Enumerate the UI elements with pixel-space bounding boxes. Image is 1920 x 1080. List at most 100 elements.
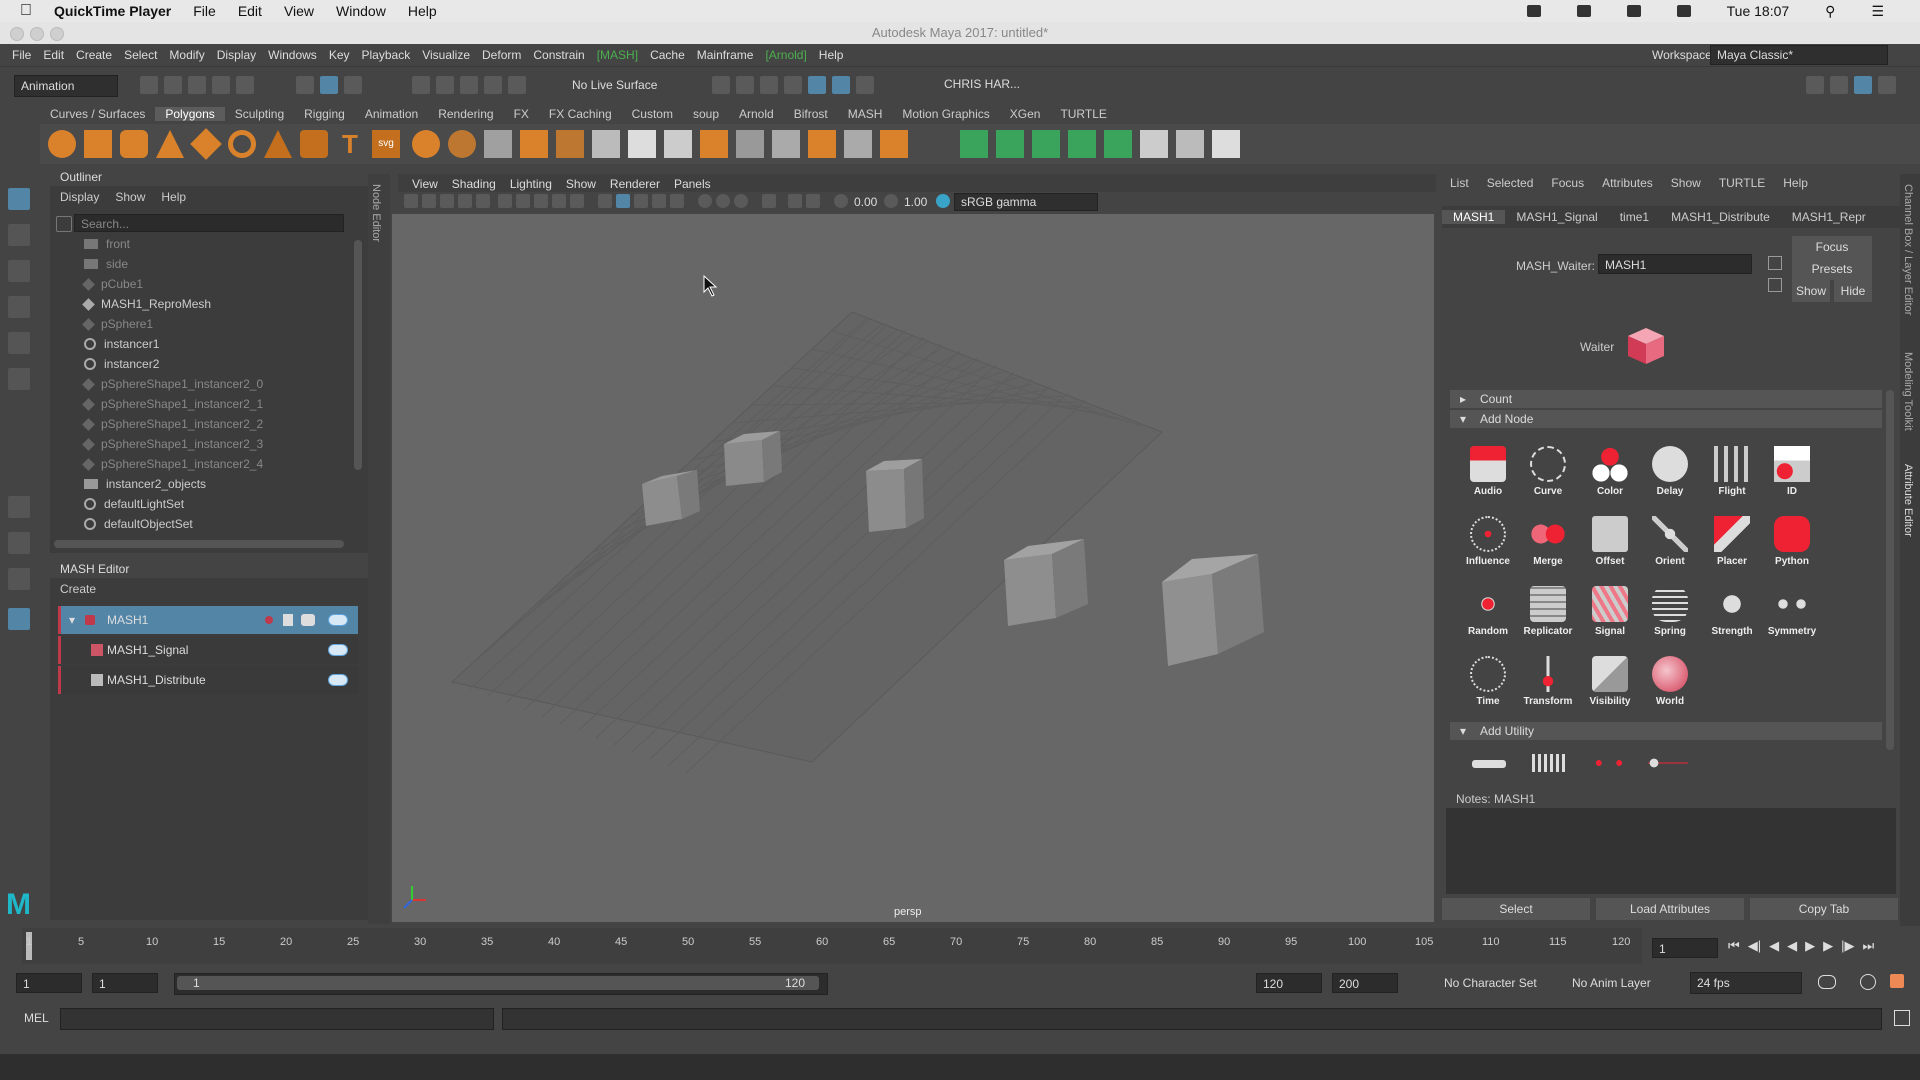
- shadows-icon[interactable]: [698, 194, 712, 208]
- select-tool-icon[interactable]: [8, 188, 30, 210]
- cut-uv-icon[interactable]: [1212, 130, 1240, 158]
- mac-menu-window[interactable]: Window: [336, 3, 386, 19]
- attr-menu-help[interactable]: Help: [1783, 176, 1808, 190]
- menu-constrain[interactable]: Constrain: [533, 48, 584, 62]
- resolution-gate-icon[interactable]: [534, 194, 548, 208]
- outliner-item[interactable]: pSphereShape1_instancer2_1: [82, 394, 263, 414]
- poly-cone-icon[interactable]: [156, 130, 184, 158]
- menu-deform[interactable]: Deform: [482, 48, 521, 62]
- render-frame-icon[interactable]: [712, 76, 730, 94]
- delay-node-button[interactable]: Delay: [1642, 442, 1698, 504]
- signal-node-button[interactable]: Signal: [1582, 582, 1638, 644]
- attr-tab[interactable]: MASH1_Repr: [1781, 210, 1877, 224]
- viewport-menu-panels[interactable]: Panels: [674, 177, 711, 191]
- step-forward-key-icon[interactable]: |▶: [1841, 938, 1854, 954]
- snap-point-icon[interactable]: [460, 76, 478, 94]
- outliner-link-icon[interactable]: [301, 614, 315, 626]
- minimize-window-button[interactable]: [30, 27, 44, 41]
- notes-textarea[interactable]: [1446, 808, 1896, 894]
- spherical-map-icon[interactable]: [1032, 130, 1060, 158]
- close-window-button[interactable]: [10, 27, 24, 41]
- gamma-icon[interactable]: [884, 194, 898, 208]
- motion-blur-icon[interactable]: [734, 194, 748, 208]
- viewport-menu-view[interactable]: View: [412, 177, 438, 191]
- utility-breakout-icon[interactable]: [1472, 760, 1506, 768]
- anim-layer-dropdown[interactable]: No Anim Layer: [1572, 976, 1651, 990]
- undo-icon[interactable]: [212, 76, 230, 94]
- battery-icon[interactable]: [1676, 5, 1691, 17]
- offset-node-button[interactable]: Offset: [1582, 512, 1638, 574]
- isolate-select-icon[interactable]: [762, 194, 776, 208]
- attr-menu-list[interactable]: List: [1450, 176, 1469, 190]
- mac-menu-file[interactable]: File: [193, 3, 216, 19]
- outliner-item[interactable]: pSphereShape1_instancer2_0: [82, 374, 263, 394]
- poly-cylinder-icon[interactable]: [120, 130, 148, 158]
- shelf-tab-rigging[interactable]: Rigging: [294, 107, 355, 121]
- shelf-tab-custom[interactable]: Custom: [622, 107, 683, 121]
- flight-node-button[interactable]: Flight: [1704, 442, 1760, 504]
- viewport-scene[interactable]: [392, 214, 1434, 922]
- go-to-start-icon[interactable]: ⏮: [1728, 938, 1740, 954]
- planar-map-icon[interactable]: [880, 130, 908, 158]
- mel-label[interactable]: MEL: [24, 1011, 49, 1025]
- select-component-icon[interactable]: [344, 76, 362, 94]
- influence-node-button[interactable]: Influence: [1460, 512, 1516, 574]
- menu-windows[interactable]: Windows: [268, 48, 317, 62]
- shelf-tab-rendering[interactable]: Rendering: [428, 107, 503, 121]
- time-slider[interactable]: 1 5 10 15 20 25 30 35 40 45 50 55 60 65 …: [22, 928, 1642, 964]
- xray-icon[interactable]: [788, 194, 802, 208]
- exposure-icon[interactable]: [834, 194, 848, 208]
- count-section-header[interactable]: ▸ Count: [1450, 390, 1882, 408]
- shelf-tab-polygons[interactable]: Polygons: [155, 107, 225, 121]
- outliner-item[interactable]: pSphereShape1_instancer2_3: [82, 434, 263, 454]
- outliner-menu-display[interactable]: Display: [60, 190, 99, 204]
- modeling-toolkit-tab[interactable]: Modeling Toolkit: [1902, 352, 1914, 431]
- attr-menu-attributes[interactable]: Attributes: [1602, 176, 1653, 190]
- render-sequence-icon[interactable]: [736, 76, 754, 94]
- spring-node-button[interactable]: Spring: [1642, 582, 1698, 644]
- distribute-enable-toggle[interactable]: [328, 674, 348, 686]
- four-view-layout-icon[interactable]: [8, 532, 30, 554]
- toggle-attr-icon[interactable]: [1830, 76, 1848, 94]
- shelf-tab-sculpting[interactable]: Sculpting: [225, 107, 294, 121]
- shelf-tab-motion-graphics[interactable]: Motion Graphics: [892, 107, 999, 121]
- shelf-tab-fx[interactable]: FX: [504, 107, 539, 121]
- menu-cache[interactable]: Cache: [650, 48, 685, 62]
- checker-icon[interactable]: [1140, 130, 1168, 158]
- channel-box-tab[interactable]: Channel Box / Layer Editor: [1902, 184, 1914, 315]
- menu-select[interactable]: Select: [124, 48, 157, 62]
- layout-uv-icon[interactable]: [1068, 130, 1096, 158]
- auto-key-icon[interactable]: [1860, 974, 1876, 990]
- outliner-item[interactable]: pSphere1: [82, 314, 153, 334]
- field-chart-icon[interactable]: [570, 194, 584, 208]
- cylindrical-map-icon[interactable]: [996, 130, 1024, 158]
- play-backwards-icon[interactable]: ◀: [1787, 938, 1797, 954]
- animation-end-input[interactable]: 200: [1332, 973, 1398, 993]
- volume-icon[interactable]: [1626, 5, 1641, 17]
- outliner-item[interactable]: side: [84, 254, 128, 274]
- outliner-item[interactable]: pCube1: [82, 274, 143, 294]
- outliner-vertical-scrollbar[interactable]: [354, 240, 362, 470]
- boolean-icon[interactable]: [520, 130, 548, 158]
- add-utility-section-header[interactable]: ▾ Add Utility: [1450, 722, 1882, 740]
- outliner-item[interactable]: instancer2: [84, 354, 159, 374]
- scale-tool-icon[interactable]: [8, 368, 30, 390]
- pause-icon[interactable]: [856, 76, 874, 94]
- menu-key[interactable]: Key: [329, 48, 350, 62]
- anim-prefs-icon[interactable]: [1890, 974, 1904, 988]
- focus-button[interactable]: Focus: [1792, 236, 1872, 258]
- show-button[interactable]: Show: [1792, 280, 1830, 302]
- outliner-item[interactable]: pSphereShape1_instancer2_4: [82, 454, 263, 474]
- select-object-icon[interactable]: [320, 76, 338, 94]
- ambient-occlusion-icon[interactable]: [716, 194, 730, 208]
- menu-mainframe[interactable]: Mainframe: [697, 48, 754, 62]
- script-editor-icon[interactable]: [1894, 1010, 1910, 1026]
- ipr-render-icon[interactable]: [760, 76, 778, 94]
- utility-connect-icon[interactable]: [1592, 756, 1626, 770]
- outliner-horizontal-scrollbar[interactable]: [54, 540, 344, 548]
- wireframe-icon[interactable]: [598, 194, 612, 208]
- multi-cut-icon[interactable]: [736, 130, 764, 158]
- gate-mask-icon[interactable]: [552, 194, 566, 208]
- playback-start-input[interactable]: 1: [92, 973, 158, 993]
- viewport-menu-renderer[interactable]: Renderer: [610, 177, 660, 191]
